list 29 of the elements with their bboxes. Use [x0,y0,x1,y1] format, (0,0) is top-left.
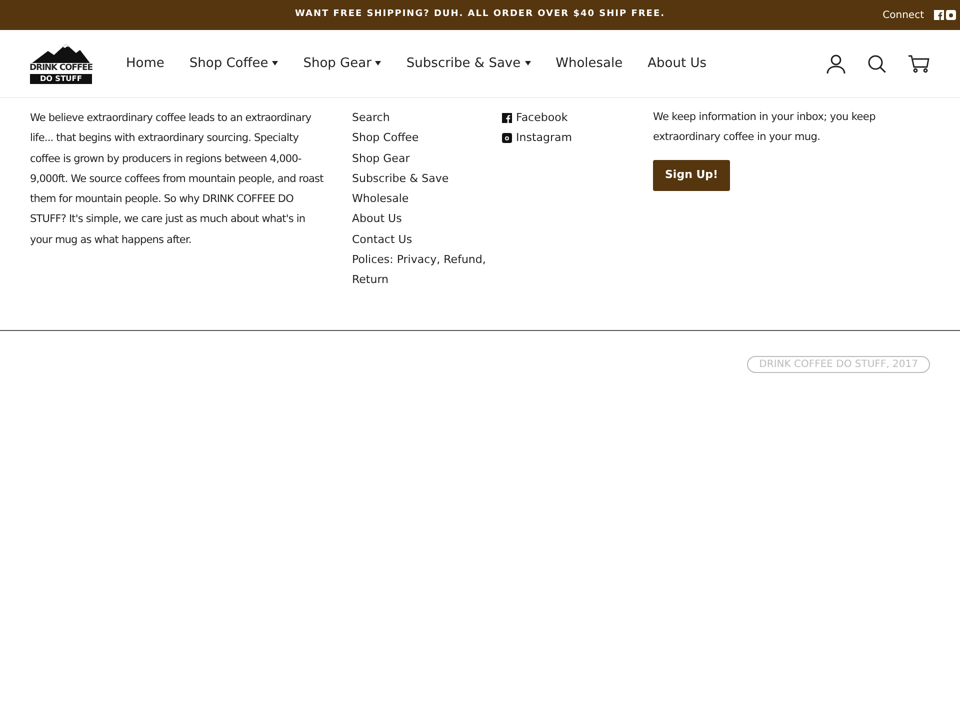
nav-link[interactable]: About Us [648,54,706,74]
connect-label: Connect [882,8,924,22]
footer-link[interactable]: Shop Gear [352,148,492,169]
nav-link[interactable]: Shop Coffee [189,54,278,74]
nav-link[interactable]: Shop Gear [303,54,382,74]
social-link[interactable]: Instagram [502,128,652,149]
facebook-icon [502,113,512,124]
footer-link[interactable]: Search [352,108,492,128]
about-paragraph: We believe extraordinary coffee leads to an extraordinary life... that begins with extraordinary sourcing. Specialty coffee is grown by producers in regions between 4,000-9,000ft. We source coffees from mountain people, and roast them for mountain people. So why DRINK COFFEE DO STUFF? It's simple, we care just as much about what's in your mug as what happens after. [30,111,324,248]
social-link[interactable]: Facebook [502,108,652,128]
footer-link[interactable]: Polices: Privacy, Refund, Return [352,250,492,291]
footer-link[interactable]: Contact Us [352,230,492,250]
footer-link[interactable]: Wholesale [352,189,492,210]
copyright-text: DRINK COFFEE DO STUFF, 2017 [747,356,930,373]
sign-up-button[interactable]: Sign Up! [653,160,730,191]
instagram-icon [502,133,512,144]
cart-icon[interactable] [908,54,930,72]
nav-link[interactable]: Home [126,54,164,74]
footer-link[interactable]: About Us [352,209,492,230]
instagram-icon[interactable] [946,10,956,20]
search-icon[interactable] [868,54,886,72]
nav-link[interactable]: Wholesale [556,54,623,74]
nav-link[interactable]: Subscribe & Save [406,54,531,74]
announcement-text: WANT FREE SHIPPING? DUH. ALL ORDER OVER $40 SHIP FREE. [294,8,666,22]
newsletter-text: We keep information in your inbox; you keep extraordinary coffee in your mug. [653,110,876,144]
footer-link[interactable]: Shop Coffee [352,128,492,149]
facebook-icon[interactable] [934,10,944,20]
account-icon[interactable] [826,54,846,74]
footer-link[interactable]: Subscribe & Save [352,168,492,190]
